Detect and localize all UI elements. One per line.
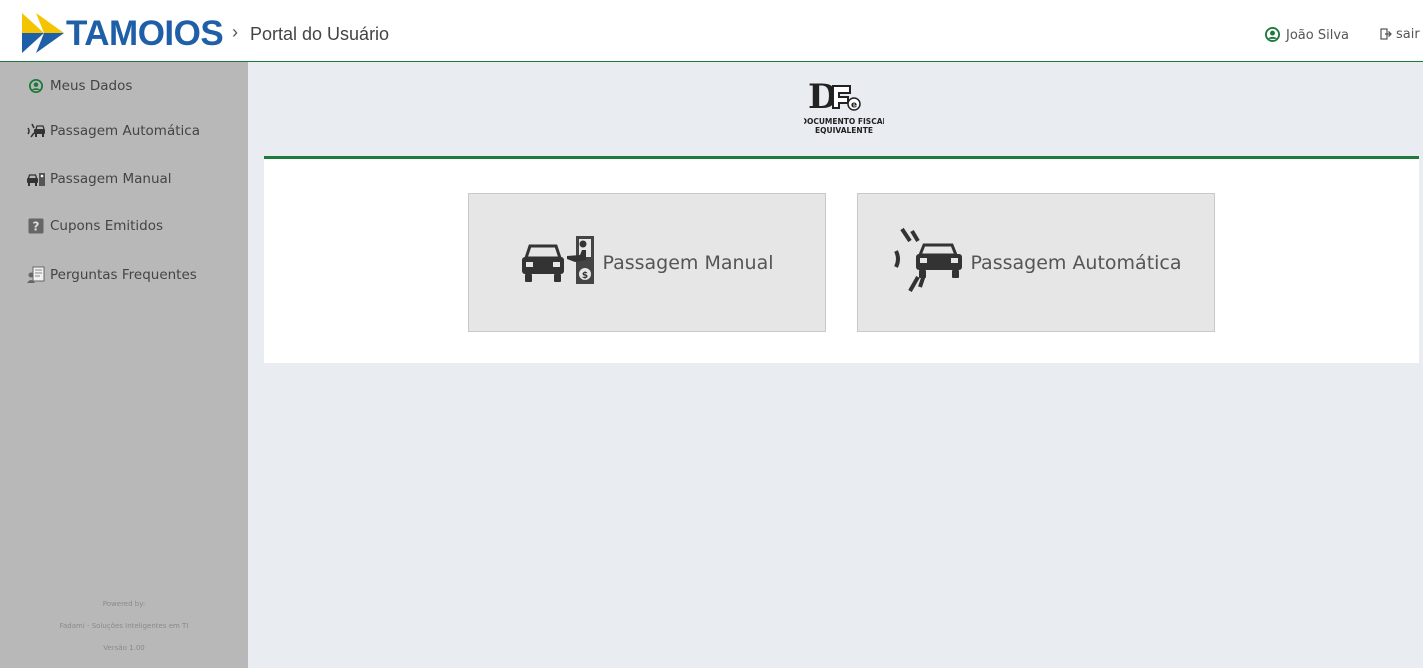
footer-powered-by: Powered by:	[102, 600, 146, 608]
logout-label: sair	[1396, 27, 1420, 42]
help-box-icon: ?	[26, 216, 46, 236]
sidebar-item-passagem-manual[interactable]: Passagem Manual	[26, 167, 172, 191]
tile-label: Passagem Automática	[970, 251, 1182, 274]
manual-toll-icon: $	[520, 232, 598, 293]
user-menu[interactable]: João Silva	[1265, 27, 1349, 46]
user-circle-icon	[1265, 27, 1280, 46]
footer-version: Versão 1.00	[103, 644, 145, 652]
sidebar-item-label: Passagem Automática	[50, 123, 200, 139]
sidebar-item-label: Cupons Emitidos	[50, 218, 164, 234]
dfe-logo-line1: DOCUMENTO FISCAL	[804, 117, 884, 126]
sidebar-item-label: Meus Dados	[50, 78, 133, 94]
dfe-logo: D e DOCUMENTO FISCAL EQUIVALENTE	[804, 78, 884, 135]
tile-passagem-manual[interactable]: $ Passagem Manual	[468, 193, 826, 332]
svg-text:?: ?	[33, 220, 40, 234]
user-circle-icon	[26, 76, 46, 96]
sidebar-item-label: Perguntas Frequentes	[50, 267, 197, 283]
logout-link[interactable]: sair	[1380, 27, 1420, 44]
sidebar-item-perguntas-frequentes[interactable]: Perguntas Frequentes	[26, 263, 197, 287]
auto-toll-icon	[890, 225, 966, 300]
dfe-logo-line2: EQUIVALENTE	[815, 126, 873, 135]
sidebar-item-passagem-automatica[interactable]: Passagem Automática	[26, 119, 200, 143]
breadcrumb-separator: ›	[232, 22, 238, 42]
sidebar-item-meus-dados[interactable]: Meus Dados	[26, 74, 132, 98]
brand-name[interactable]: TAMOIOS	[66, 14, 224, 54]
svg-text:$: $	[582, 271, 588, 281]
footer-company: Fadami - Soluções Inteligentes em TI	[59, 622, 189, 630]
tamoios-logo-icon	[22, 13, 64, 53]
main-content: D e DOCUMENTO FISCAL EQUIVALENTE $ Passa…	[248, 62, 1423, 668]
manual-toll-icon	[26, 169, 46, 189]
page-title: Portal do Usuário	[250, 24, 390, 44]
sidebar-item-cupons-emitidos[interactable]: ? Cupons Emitidos	[26, 214, 163, 238]
options-panel: $ Passagem Manual Passagem Automática	[264, 156, 1419, 363]
faq-icon	[26, 265, 46, 285]
dfe-logo-sup: e	[851, 101, 857, 111]
auto-toll-icon	[26, 121, 46, 141]
sidebar: Meus Dados Passagem Automática Passagem	[0, 62, 248, 668]
sign-out-icon	[1380, 28, 1392, 44]
sidebar-item-label: Passagem Manual	[50, 171, 172, 187]
tile-label: Passagem Manual	[602, 251, 774, 274]
top-header: TAMOIOS › Portal do Usuário João Silva s…	[0, 8, 1423, 62]
tile-passagem-automatica[interactable]: Passagem Automática	[857, 193, 1215, 332]
user-name: João Silva	[1286, 28, 1349, 43]
